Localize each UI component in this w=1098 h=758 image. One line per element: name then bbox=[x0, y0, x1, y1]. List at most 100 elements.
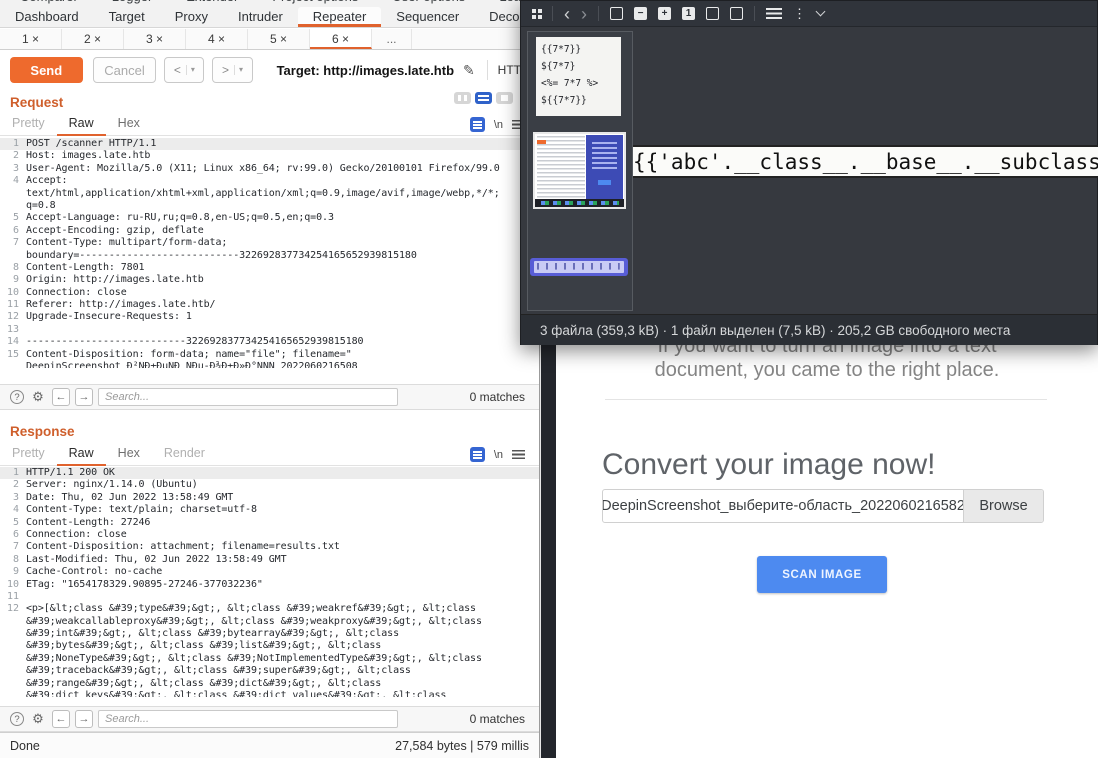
word-wrap-icon[interactable] bbox=[470, 447, 485, 462]
caret-down-icon[interactable]: ▾ bbox=[234, 65, 243, 75]
response-search-input[interactable] bbox=[98, 710, 398, 728]
newline-toggle[interactable]: \n bbox=[494, 449, 503, 461]
editor-menu-icon[interactable] bbox=[512, 450, 525, 459]
previous-image-icon[interactable]: ‹ bbox=[564, 6, 570, 22]
zoom-fit-icon[interactable] bbox=[610, 7, 623, 20]
chevron-down-icon[interactable] bbox=[816, 7, 826, 17]
request-line: 3 User-Agent: Mozilla/5.0 (X11; Linux x8… bbox=[0, 163, 539, 175]
screenshot-thumbnail[interactable] bbox=[533, 132, 626, 209]
zoom-out-icon[interactable]: − bbox=[634, 7, 647, 20]
status-done: Done bbox=[10, 739, 40, 753]
request-search-input[interactable] bbox=[98, 388, 398, 406]
burp-top-tab[interactable]: Extender bbox=[186, 0, 238, 7]
scan-image-button[interactable]: SCAN IMAGE bbox=[757, 556, 887, 593]
request-view-tab[interactable]: Raw bbox=[57, 113, 106, 136]
list-view-icon[interactable] bbox=[766, 8, 782, 19]
repeater-tab[interactable]: 2 × bbox=[62, 29, 124, 49]
request-editor-icons: \n bbox=[470, 117, 525, 132]
layout-single-button[interactable] bbox=[496, 92, 513, 104]
response-editor[interactable]: 1 HTTP/1.1 200 OK 2 Server: nginx/1.14.0… bbox=[0, 467, 539, 706]
request-line: 6 Accept-Encoding: gzip, deflate bbox=[0, 225, 539, 237]
burp-main-tab[interactable]: Target bbox=[94, 7, 160, 27]
layout-columns-button[interactable] bbox=[454, 92, 471, 104]
request-match-count: 0 matches bbox=[470, 390, 529, 404]
next-match-icon[interactable]: → bbox=[75, 388, 93, 406]
response-line: &#39;int&#39;&gt;, &lt;class &#39;bytear… bbox=[0, 628, 539, 640]
prev-match-icon[interactable]: ← bbox=[52, 710, 70, 728]
burp-top-tab[interactable]: Project options bbox=[272, 0, 358, 7]
burp-main-tab[interactable]: Proxy bbox=[160, 7, 223, 27]
convert-heading: Convert your image now! bbox=[602, 448, 936, 482]
response-view-tab[interactable]: Pretty bbox=[0, 443, 57, 466]
repeater-tab[interactable]: 1 × bbox=[0, 29, 62, 49]
gear-icon[interactable]: ⚙ bbox=[29, 388, 47, 406]
line-number: 2 bbox=[0, 479, 26, 491]
line-number: 7 bbox=[0, 541, 26, 553]
repeater-tab[interactable]: 6 × bbox=[310, 29, 372, 49]
burp-top-tab[interactable]: User options bbox=[392, 0, 465, 7]
history-forward-button[interactable]: > ▾ bbox=[212, 57, 252, 83]
cancel-button[interactable]: Cancel bbox=[93, 57, 157, 83]
line-number: 10 bbox=[0, 287, 26, 299]
line-number: 8 bbox=[0, 262, 26, 274]
burp-top-tab[interactable]: Logger bbox=[112, 0, 152, 7]
line-number bbox=[0, 361, 26, 368]
response-line: 6 Connection: close bbox=[0, 529, 539, 541]
repeater-tab[interactable]: 4 × bbox=[186, 29, 248, 49]
divider bbox=[598, 6, 599, 21]
request-view-tab[interactable]: Pretty bbox=[0, 113, 57, 136]
line-number: 3 bbox=[0, 163, 26, 175]
burp-main-tab[interactable]: Sequencer bbox=[381, 7, 474, 27]
fullscreen-icon[interactable] bbox=[706, 7, 719, 20]
thumbnail-grid-icon[interactable] bbox=[532, 9, 536, 13]
line-number: 2 bbox=[0, 150, 26, 162]
payload-line: ${7*7} bbox=[541, 58, 616, 75]
file-upload-input[interactable]: DeepinScreenshot_выберите-область_202206… bbox=[602, 489, 1044, 523]
request-editor[interactable]: 1 POST /scanner HTTP/1.1 2 Host: images.… bbox=[0, 138, 539, 384]
fit-window-icon[interactable] bbox=[730, 7, 743, 20]
prev-match-icon[interactable]: ← bbox=[52, 388, 70, 406]
thumbnail-detail bbox=[592, 142, 617, 172]
line-number bbox=[0, 250, 26, 262]
response-panel-title: Response bbox=[10, 424, 75, 439]
request-view-tab[interactable]: Hex bbox=[106, 113, 152, 136]
response-view-tab[interactable]: Render bbox=[152, 443, 217, 466]
repeater-tab[interactable]: 5 × bbox=[248, 29, 310, 49]
caret-down-icon[interactable]: ▾ bbox=[186, 65, 195, 75]
layout-rows-button[interactable] bbox=[475, 92, 492, 104]
word-wrap-icon[interactable] bbox=[470, 117, 485, 132]
response-view-tab[interactable]: Hex bbox=[106, 443, 152, 466]
next-image-icon[interactable]: › bbox=[581, 6, 587, 22]
response-line: &#39;dict_keys&#39;&gt;, &lt;class &#39;… bbox=[0, 690, 539, 697]
browse-button[interactable]: Browse bbox=[963, 490, 1043, 522]
request-line: 11 Referer: http://images.late.htb/ bbox=[0, 299, 539, 311]
burp-main-tab[interactable]: Repeater bbox=[298, 7, 381, 27]
selected-payload-thumbnail[interactable] bbox=[530, 258, 628, 276]
image-preview[interactable]: {{'abc'.__class__.__base__.__subclasses_… bbox=[633, 145, 1098, 178]
burp-top-tab[interactable]: Comparer bbox=[20, 0, 78, 7]
request-line: q=0.8 bbox=[0, 200, 539, 212]
response-view-tab[interactable]: Raw bbox=[57, 443, 106, 466]
gear-icon[interactable]: ⚙ bbox=[29, 710, 47, 728]
ssti-payload-thumbnail[interactable]: {{7*7}}${7*7}<%= 7*7 %>${{7*7}} bbox=[536, 37, 621, 116]
request-line: 7 Content-Type: multipart/form-data; bbox=[0, 237, 539, 249]
response-line: 11 bbox=[0, 591, 539, 603]
next-match-icon[interactable]: → bbox=[75, 710, 93, 728]
zoom-original-icon[interactable]: 1 bbox=[682, 7, 695, 20]
repeater-tab[interactable]: 3 × bbox=[124, 29, 186, 49]
divider bbox=[487, 60, 488, 80]
file-name-value: DeepinScreenshot_выберите-область_202206… bbox=[603, 490, 963, 522]
help-icon[interactable]: ? bbox=[10, 390, 24, 404]
history-back-button[interactable]: < ▾ bbox=[164, 57, 204, 83]
help-icon[interactable]: ? bbox=[10, 712, 24, 726]
burp-main-tab[interactable]: Dashboard bbox=[0, 7, 94, 27]
send-button[interactable]: Send bbox=[10, 57, 83, 83]
newline-toggle[interactable]: \n bbox=[494, 119, 503, 131]
zoom-in-icon[interactable]: + bbox=[658, 7, 671, 20]
response-line: 5 Content-Length: 27246 bbox=[0, 517, 539, 529]
repeater-tab[interactable]: ... bbox=[372, 29, 412, 49]
line-number: 11 bbox=[0, 591, 26, 603]
burp-main-tab[interactable]: Intruder bbox=[223, 7, 298, 27]
edit-target-icon[interactable]: ✎ bbox=[463, 62, 475, 79]
kebab-menu-icon[interactable]: ⋮ bbox=[793, 6, 806, 22]
